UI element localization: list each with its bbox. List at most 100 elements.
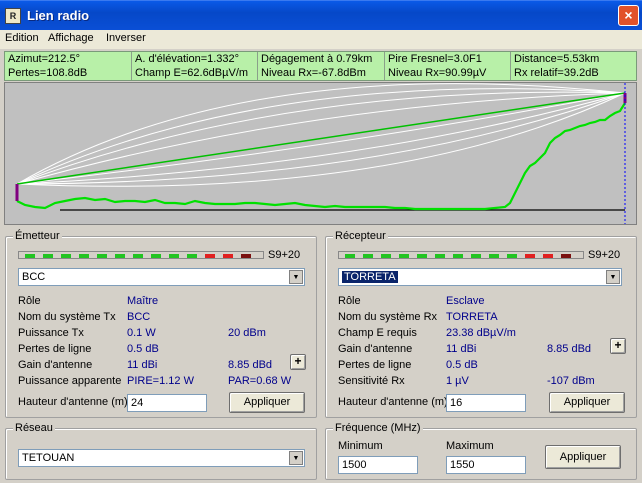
tx-value-system: BCC	[127, 311, 151, 323]
meter-segment	[205, 254, 215, 258]
freq-min-label: Minimum	[338, 440, 383, 452]
info-niveau-rx-dbm: Niveau Rx=-67.8dBm	[258, 66, 385, 80]
chevron-down-icon[interactable]: ▼	[289, 270, 303, 284]
frequence-title: Fréquence (MHz)	[333, 422, 423, 434]
rx-value-field: 23.38 dBµV/m	[446, 327, 516, 339]
link-info-bar: Azimut=212.5° A. d'élévation=1.332° Déga…	[4, 51, 637, 81]
recepteur-group: Récepteur S9+20 TORRETA ▼ Rôle Esclave N…	[325, 230, 637, 418]
chevron-down-icon[interactable]: ▼	[606, 270, 620, 284]
rx-antenna-height-input[interactable]: 16	[446, 394, 526, 412]
info-pertes: Pertes=108.8dB	[5, 66, 132, 80]
reseau-group: Réseau TETOUAN ▼	[5, 422, 317, 480]
meter-segment	[169, 254, 179, 258]
menu-bar: Edition Affichage Inverser	[0, 30, 642, 49]
meter-segment	[43, 254, 53, 258]
info-distance: Distance=5.53km	[514, 53, 600, 65]
tx-site-select[interactable]: BCC ▼	[18, 268, 305, 286]
tx-value-power-w: 0.1 W	[127, 327, 156, 339]
menu-affichage[interactable]: Affichage	[48, 32, 94, 44]
rx-label-system: Nom du système Rx	[338, 311, 438, 323]
tx-value-power-dbm: 20 dBm	[228, 327, 266, 339]
menu-edition[interactable]: Edition	[5, 32, 39, 44]
rx-meter-label: S9+20	[588, 249, 621, 261]
reseau-title: Réseau	[13, 422, 55, 434]
tx-value-role: Maître	[127, 295, 159, 307]
rx-label-gain: Gain d'antenne	[338, 343, 413, 355]
rx-apply-button[interactable]: Appliquer	[549, 392, 625, 413]
tx-label-role: Rôle	[18, 295, 41, 307]
meter-segment	[507, 254, 517, 258]
tx-value-gain-dbd: 8.85 dBd	[228, 359, 273, 371]
meter-segment	[97, 254, 107, 258]
info-champ-e: Champ E=62.6dBµV/m	[132, 66, 258, 80]
rx-value-gain-dbi: 11 dBi	[446, 343, 477, 355]
rx-label-role: Rôle	[338, 295, 361, 307]
menu-inverser[interactable]: Inverser	[106, 32, 146, 44]
tx-apply-button[interactable]: Appliquer	[229, 392, 305, 413]
rx-gain-plus-button[interactable]: +	[610, 338, 626, 354]
emetteur-title: Émetteur	[13, 230, 62, 242]
frequence-group: Fréquence (MHz) Minimum 1500 Maximum 155…	[325, 422, 637, 480]
meter-segment	[417, 254, 427, 258]
meter-segment	[489, 254, 499, 258]
meter-segment	[381, 254, 391, 258]
tx-label-line-loss: Pertes de ligne	[18, 343, 92, 355]
rx-site-select[interactable]: TORRETA ▼	[338, 268, 622, 286]
meter-segment	[133, 254, 143, 258]
network-select[interactable]: TETOUAN ▼	[18, 449, 305, 467]
rx-value-system: TORRETA	[446, 311, 498, 323]
meter-segment	[25, 254, 35, 258]
meter-segment	[363, 254, 373, 258]
tx-label-eirp: Puissance apparente	[18, 375, 122, 387]
emetteur-group: Émetteur S9+20 BCC ▼ Rôle Maître Nom du …	[5, 230, 317, 418]
tx-signal-meter	[18, 251, 264, 259]
meter-segment	[471, 254, 481, 258]
window-title: Lien radio	[27, 8, 90, 23]
meter-segment	[79, 254, 89, 258]
info-elevation: A. d'élévation=1.332°	[132, 52, 258, 66]
freq-min-input[interactable]: 1500	[338, 456, 418, 474]
meter-segment	[115, 254, 125, 258]
info-rx-relatif: Rx relatif=39.2dB	[514, 67, 599, 79]
meter-segment	[399, 254, 409, 258]
info-niveau-rx-uv: Niveau Rx=90.99µV	[385, 66, 511, 80]
rx-value-sensitivity-uv: 1 µV	[446, 375, 469, 387]
profile-svg	[15, 83, 627, 224]
tx-value-par: PAR=0.68 W	[228, 375, 292, 387]
path-profile-view[interactable]	[4, 82, 637, 225]
freq-max-label: Maximum	[446, 440, 494, 452]
meter-segment	[435, 254, 445, 258]
meter-segment	[543, 254, 553, 258]
info-azimut: Azimut=212.5°	[5, 52, 132, 66]
meter-segment	[187, 254, 197, 258]
tx-gain-plus-button[interactable]: +	[290, 354, 306, 370]
meter-segment	[151, 254, 161, 258]
tx-antenna-height-input[interactable]: 24	[127, 394, 207, 412]
rx-value-line-loss: 0.5 dB	[446, 359, 478, 371]
meter-segment	[241, 254, 251, 258]
close-button[interactable]: ×	[618, 5, 639, 26]
rx-value-sensitivity-dbm: -107 dBm	[547, 375, 595, 387]
meter-segment	[61, 254, 71, 258]
recepteur-title: Récepteur	[333, 230, 388, 242]
rx-label-line-loss: Pertes de ligne	[338, 359, 412, 371]
rx-label-height: Hauteur d'antenne (m)	[338, 396, 448, 408]
rx-label-field: Champ E requis	[338, 327, 417, 339]
app-icon: R	[5, 8, 21, 24]
line-of-sight	[16, 92, 626, 185]
chevron-down-icon[interactable]: ▼	[289, 451, 303, 465]
freq-apply-button[interactable]: Appliquer	[545, 445, 621, 469]
freq-max-input[interactable]: 1550	[446, 456, 526, 474]
rx-value-gain-dbd: 8.85 dBd	[547, 343, 592, 355]
tx-value-line-loss: 0.5 dB	[127, 343, 159, 355]
meter-segment	[345, 254, 355, 258]
title-bar: R Lien radio ×	[0, 0, 642, 30]
meter-segment	[561, 254, 571, 258]
tx-value-pire: PIRE=1.12 W	[127, 375, 194, 387]
tx-label-gain: Gain d'antenne	[18, 359, 93, 371]
rx-label-sensitivity: Sensitivité Rx	[338, 375, 405, 387]
tx-label-height: Hauteur d'antenne (m)	[18, 396, 128, 408]
info-degagement: Dégagement à 0.79km	[258, 52, 385, 66]
tx-label-power: Puissance Tx	[18, 327, 84, 339]
tx-meter-label: S9+20	[268, 249, 301, 261]
